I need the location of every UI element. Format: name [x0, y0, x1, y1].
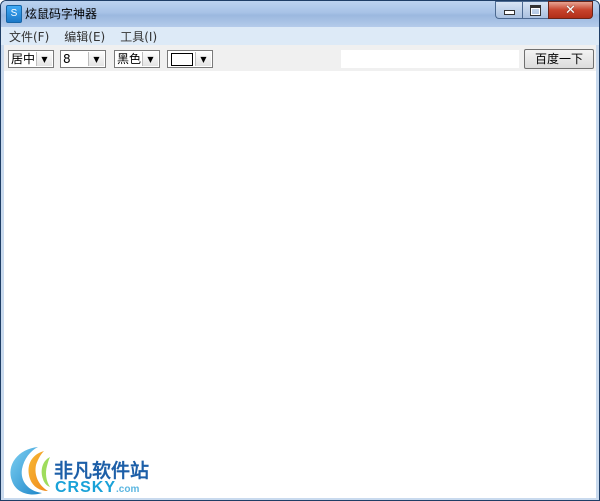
menu-file[interactable]: 文件(F) — [1, 28, 56, 45]
chevron-down-icon[interactable]: ▼ — [88, 52, 104, 66]
menu-bar: 文件(F) 编辑(E) 工具(I) — [1, 27, 599, 45]
menu-tools[interactable]: 工具(I) — [112, 28, 164, 45]
baidu-search-button[interactable]: 百度一下 — [524, 49, 594, 69]
color-swatch — [171, 53, 193, 66]
watermark-domain: CRSKY.com — [55, 479, 139, 497]
chevron-down-icon[interactable]: ▼ — [36, 52, 52, 66]
minimize-button[interactable] — [495, 1, 522, 19]
text-editor-area[interactable] — [4, 71, 596, 498]
font-color-select-value: 黑色 — [117, 52, 142, 66]
caption-buttons: ✕ — [495, 1, 593, 20]
align-select-value: 居中 — [11, 52, 36, 66]
crsky-logo-icon — [10, 447, 50, 495]
crsky-watermark: 非凡软件站 CRSKY.com — [0, 441, 160, 501]
background-color-select[interactable]: ▼ — [167, 50, 213, 68]
chevron-down-icon[interactable]: ▼ — [142, 52, 158, 66]
font-color-select[interactable]: 黑色 ▼ — [114, 50, 160, 68]
watermark-brand: CRSKY — [55, 479, 117, 496]
search-input[interactable] — [340, 49, 520, 69]
font-size-select-value: 8 — [63, 52, 71, 66]
close-icon: ✕ — [565, 2, 576, 18]
app-window: S 炫鼠码字神器 ✕ 文件(F) 编辑(E) 工具(I) 居中 ▼ 8 ▼ 黑色… — [0, 0, 600, 501]
close-button[interactable]: ✕ — [548, 1, 593, 19]
window-title: 炫鼠码字神器 — [25, 7, 98, 21]
minimize-icon — [503, 10, 515, 15]
watermark-tld: .com — [116, 484, 140, 495]
menu-edit[interactable]: 编辑(E) — [56, 28, 112, 45]
chevron-down-icon[interactable]: ▼ — [195, 52, 211, 66]
title-bar[interactable]: S 炫鼠码字神器 ✕ — [1, 1, 599, 27]
maximize-icon — [530, 4, 541, 16]
app-icon[interactable]: S — [6, 5, 22, 23]
maximize-button[interactable] — [522, 1, 548, 19]
align-select[interactable]: 居中 ▼ — [8, 50, 54, 68]
toolbar: 居中 ▼ 8 ▼ 黑色 ▼ ▼ 百度一下 — [4, 45, 596, 71]
font-size-select[interactable]: 8 ▼ — [60, 50, 106, 68]
